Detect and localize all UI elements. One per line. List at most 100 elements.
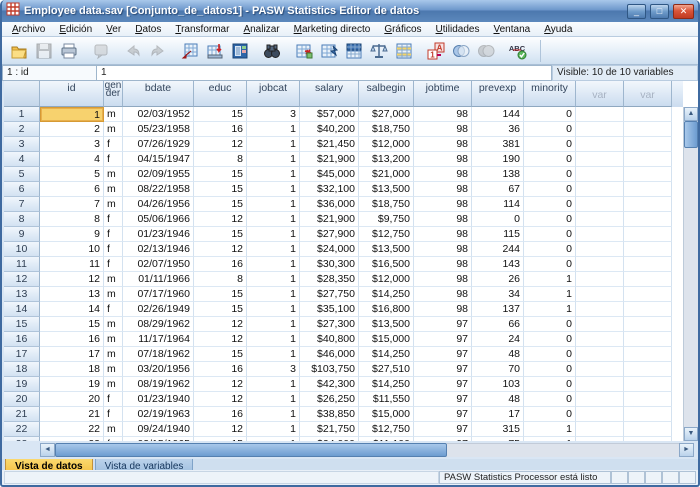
row-header-14[interactable]: 14 xyxy=(4,302,40,317)
cell-salbegin-row2[interactable]: $18,750 xyxy=(359,122,414,137)
cell-var2-row5[interactable] xyxy=(624,167,672,182)
cell-salbegin-row4[interactable]: $13,200 xyxy=(359,152,414,167)
cell-salary-row18[interactable]: $103,750 xyxy=(300,362,359,377)
insert-cases-button[interactable] xyxy=(291,39,316,63)
column-header-salbegin[interactable]: salbegin xyxy=(359,81,414,107)
cell-var2-row10[interactable] xyxy=(624,242,672,257)
row-header-10[interactable]: 10 xyxy=(4,242,40,257)
cell-gender-row17[interactable]: m xyxy=(104,347,123,362)
cell-bdate-row12[interactable]: 01/11/1966 xyxy=(123,272,194,287)
row-header-9[interactable]: 9 xyxy=(4,227,40,242)
row-header-7[interactable]: 7 xyxy=(4,197,40,212)
scroll-right-button[interactable]: ► xyxy=(679,443,694,457)
cell-minority-row4[interactable]: 0 xyxy=(524,152,576,167)
cell-salary-row15[interactable]: $27,300 xyxy=(300,317,359,332)
cell-var2-row19[interactable] xyxy=(624,377,672,392)
cell-var2-row9[interactable] xyxy=(624,227,672,242)
cell-salary-row14[interactable]: $35,100 xyxy=(300,302,359,317)
cell-jobcat-row20[interactable]: 1 xyxy=(247,392,300,407)
cell-gender-row2[interactable]: m xyxy=(104,122,123,137)
cell-jobtime-row13[interactable]: 98 xyxy=(414,287,472,302)
cell-educ-row21[interactable]: 16 xyxy=(194,407,247,422)
cell-var2-row22[interactable] xyxy=(624,422,672,437)
cell-bdate-row11[interactable]: 02/07/1950 xyxy=(123,257,194,272)
cell-jobtime-row10[interactable]: 98 xyxy=(414,242,472,257)
cell-prevexp-row6[interactable]: 67 xyxy=(472,182,524,197)
column-header-jobcat[interactable]: jobcat xyxy=(247,81,300,107)
maximize-button[interactable]: □ xyxy=(650,4,669,19)
cell-jobcat-row2[interactable]: 1 xyxy=(247,122,300,137)
cell-id-row22[interactable]: 22 xyxy=(40,422,104,437)
cell-salbegin-row7[interactable]: $18,750 xyxy=(359,197,414,212)
cell-salary-row12[interactable]: $28,350 xyxy=(300,272,359,287)
cell-var1-row8[interactable] xyxy=(576,212,624,227)
cell-bdate-row4[interactable]: 04/15/1947 xyxy=(123,152,194,167)
cell-bdate-row1[interactable]: 02/03/1952 xyxy=(123,107,194,122)
cell-educ-row23[interactable]: 15 xyxy=(194,437,247,441)
cell-educ-row9[interactable]: 15 xyxy=(194,227,247,242)
cell-jobcat-row12[interactable]: 1 xyxy=(247,272,300,287)
menu-datos[interactable]: Datos xyxy=(128,23,168,36)
column-header-var2[interactable]: var xyxy=(624,81,672,107)
cell-minority-row8[interactable]: 0 xyxy=(524,212,576,227)
cell-gender-row14[interactable]: f xyxy=(104,302,123,317)
cell-minority-row1[interactable]: 0 xyxy=(524,107,576,122)
cell-minority-row11[interactable]: 0 xyxy=(524,257,576,272)
cell-bdate-row23[interactable]: 03/15/1965 xyxy=(123,437,194,441)
cell-salbegin-row20[interactable]: $11,550 xyxy=(359,392,414,407)
scroll-down-button[interactable]: ▼ xyxy=(684,427,698,441)
cell-var1-row19[interactable] xyxy=(576,377,624,392)
cell-salary-row8[interactable]: $21,900 xyxy=(300,212,359,227)
cell-var2-row12[interactable] xyxy=(624,272,672,287)
cell-salary-row5[interactable]: $45,000 xyxy=(300,167,359,182)
row-header-8[interactable]: 8 xyxy=(4,212,40,227)
cell-minority-row2[interactable]: 0 xyxy=(524,122,576,137)
row-header-21[interactable]: 21 xyxy=(4,407,40,422)
cell-jobtime-row12[interactable]: 98 xyxy=(414,272,472,287)
cell-var1-row18[interactable] xyxy=(576,362,624,377)
cell-gender-row1[interactable]: m xyxy=(104,107,123,122)
cell-bdate-row8[interactable]: 05/06/1966 xyxy=(123,212,194,227)
cell-id-row7[interactable]: 7 xyxy=(40,197,104,212)
cell-salary-row7[interactable]: $36,000 xyxy=(300,197,359,212)
cell-bdate-row14[interactable]: 02/26/1949 xyxy=(123,302,194,317)
cell-salbegin-row16[interactable]: $15,000 xyxy=(359,332,414,347)
cell-var2-row23[interactable] xyxy=(624,437,672,441)
menu-utilidades[interactable]: Utilidades xyxy=(429,23,487,36)
row-header-12[interactable]: 12 xyxy=(4,272,40,287)
cell-bdate-row20[interactable]: 01/23/1940 xyxy=(123,392,194,407)
cell-prevexp-row18[interactable]: 70 xyxy=(472,362,524,377)
cell-gender-row23[interactable]: f xyxy=(104,437,123,441)
cell-var1-row7[interactable] xyxy=(576,197,624,212)
cell-prevexp-row12[interactable]: 26 xyxy=(472,272,524,287)
cell-jobtime-row14[interactable]: 98 xyxy=(414,302,472,317)
cell-gender-row6[interactable]: m xyxy=(104,182,123,197)
cell-gender-row5[interactable]: m xyxy=(104,167,123,182)
cell-gender-row21[interactable]: f xyxy=(104,407,123,422)
cell-gender-row10[interactable]: f xyxy=(104,242,123,257)
recall-dialogs-button[interactable] xyxy=(88,39,113,63)
cell-salbegin-row8[interactable]: $9,750 xyxy=(359,212,414,227)
cell-educ-row5[interactable]: 15 xyxy=(194,167,247,182)
cell-bdate-row16[interactable]: 11/17/1964 xyxy=(123,332,194,347)
cell-salary-row20[interactable]: $26,250 xyxy=(300,392,359,407)
cell-jobcat-row23[interactable]: 1 xyxy=(247,437,300,441)
cell-jobcat-row6[interactable]: 1 xyxy=(247,182,300,197)
cell-jobtime-row2[interactable]: 98 xyxy=(414,122,472,137)
menu-analizar[interactable]: Analizar xyxy=(236,23,286,36)
row-header-4[interactable]: 4 xyxy=(4,152,40,167)
cell-jobtime-row19[interactable]: 97 xyxy=(414,377,472,392)
cell-educ-row14[interactable]: 15 xyxy=(194,302,247,317)
column-header-jobtime[interactable]: jobtime xyxy=(414,81,472,107)
cell-salbegin-row15[interactable]: $13,500 xyxy=(359,317,414,332)
cell-prevexp-row16[interactable]: 24 xyxy=(472,332,524,347)
cell-jobcat-row7[interactable]: 1 xyxy=(247,197,300,212)
cell-prevexp-row21[interactable]: 17 xyxy=(472,407,524,422)
cell-var2-row7[interactable] xyxy=(624,197,672,212)
cell-jobcat-row19[interactable]: 1 xyxy=(247,377,300,392)
print-button[interactable] xyxy=(56,39,81,63)
cell-educ-row1[interactable]: 15 xyxy=(194,107,247,122)
show-all-variables-button[interactable] xyxy=(473,39,498,63)
cell-var1-row14[interactable] xyxy=(576,302,624,317)
cell-var1-row20[interactable] xyxy=(576,392,624,407)
